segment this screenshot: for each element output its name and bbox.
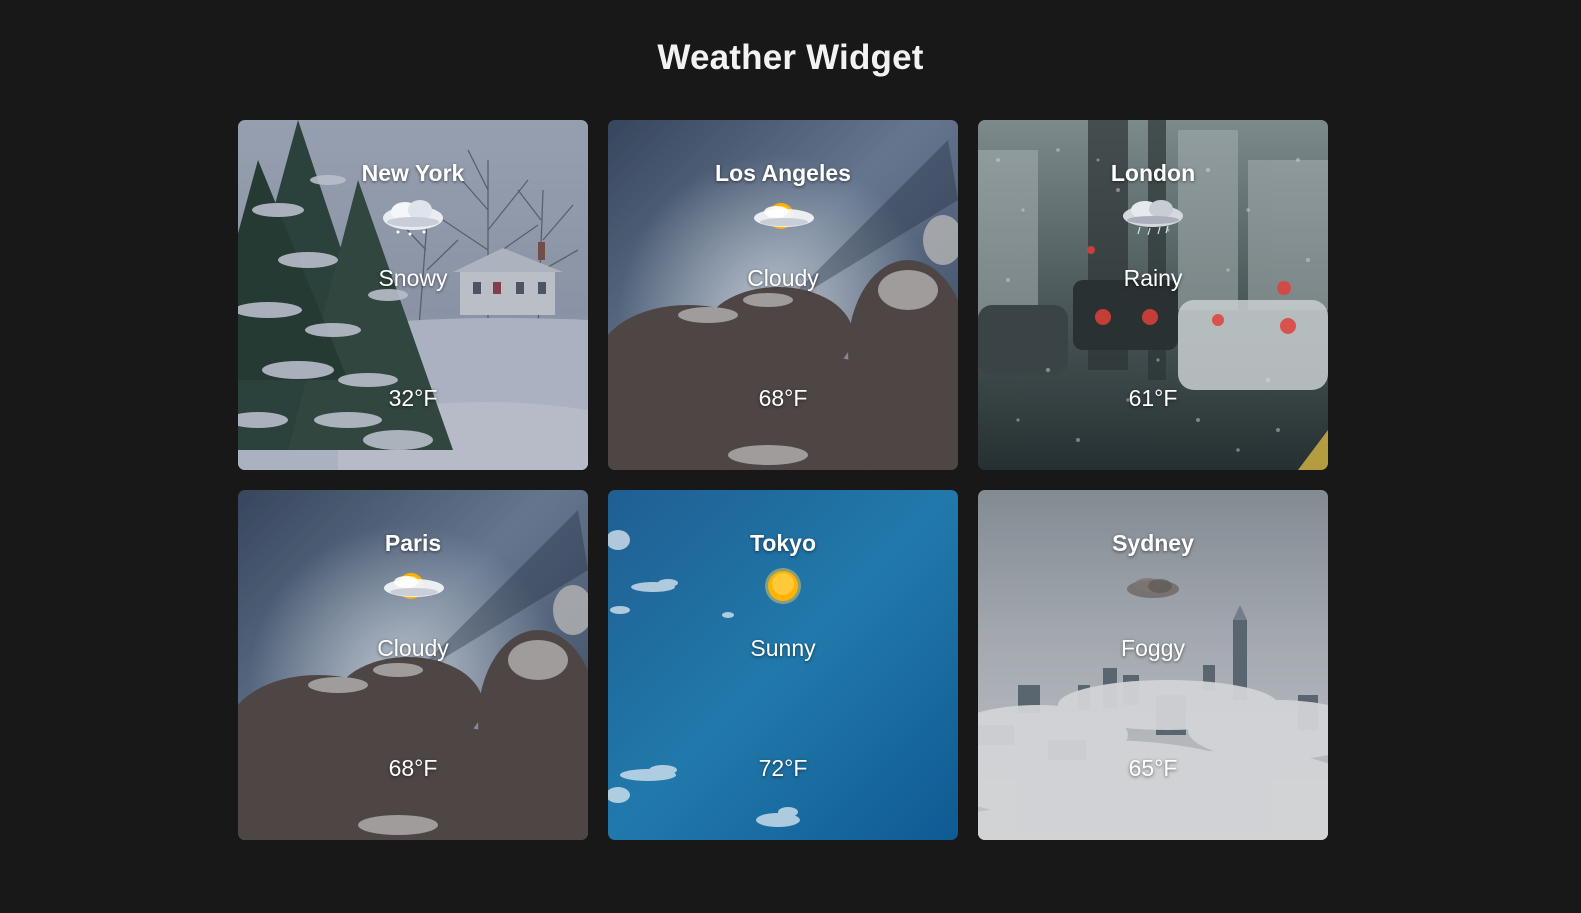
weather-card-los-angeles[interactable]: Los Angeles Cloudy 68°F (608, 120, 958, 470)
weather-card-tokyo[interactable]: Tokyo Sunny 72°F (608, 490, 958, 840)
temperature: 68°F (388, 755, 438, 781)
weather-card-sydney[interactable]: Sydney Foggy 65°F (978, 490, 1328, 840)
partly-cloudy-icon (378, 564, 448, 608)
temperature: 32°F (388, 385, 438, 411)
partly-cloudy-icon (748, 194, 818, 238)
fog-icon (1118, 564, 1188, 608)
weather-condition: Cloudy (747, 265, 819, 291)
weather-card-grid: New York Snowy 32°F Los Angeles Cloudy 6… (238, 120, 1328, 840)
city-name: New York (361, 160, 465, 186)
temperature: 61°F (1128, 385, 1178, 411)
weather-condition: Snowy (378, 265, 448, 291)
weather-card-new-york[interactable]: New York Snowy 32°F (238, 120, 588, 470)
page-title: Weather Widget (657, 38, 924, 77)
weather-condition: Sunny (750, 635, 816, 661)
weather-card-london[interactable]: London Rainy 61°F (978, 120, 1328, 470)
temperature: 72°F (758, 755, 808, 781)
city-name: Paris (384, 530, 442, 556)
weather-condition: Foggy (1121, 635, 1185, 661)
weather-condition: Rainy (1123, 265, 1183, 291)
city-name: London (1110, 160, 1196, 186)
sun-icon (748, 564, 818, 608)
weather-condition: Cloudy (377, 635, 449, 661)
city-name: Sydney (1112, 530, 1194, 556)
weather-card-paris[interactable]: Paris Cloudy 68°F (238, 490, 588, 840)
temperature: 68°F (758, 385, 808, 411)
city-name: Los Angeles (715, 160, 851, 186)
temperature: 65°F (1128, 755, 1178, 781)
rain-cloud-icon (1118, 194, 1188, 238)
snow-cloud-icon (378, 194, 448, 238)
city-name: Tokyo (749, 530, 817, 556)
